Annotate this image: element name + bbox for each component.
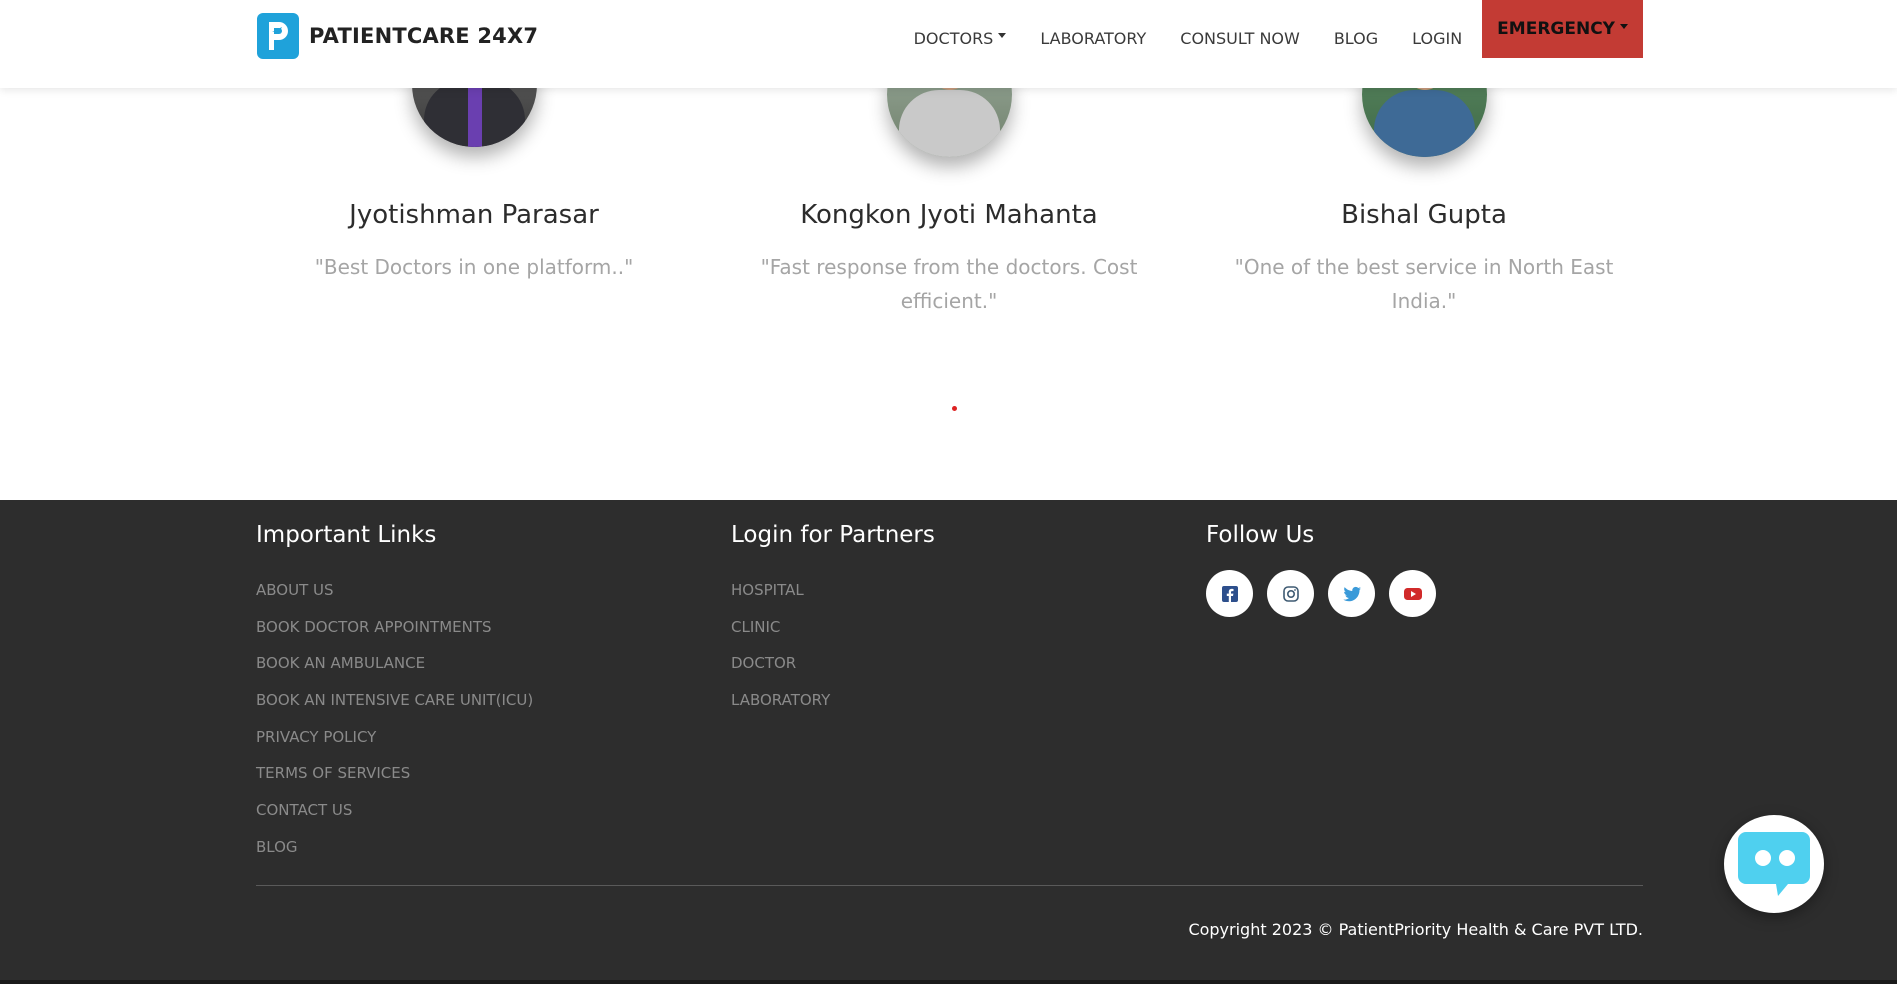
follow-us-column: Follow Us	[1206, 522, 1450, 617]
page-bottom-border	[0, 980, 1897, 984]
testimonial-quote: "One of the best service in North East I…	[1234, 255, 1614, 313]
testimonial-name: Jyotishman Parasar	[349, 200, 599, 230]
twitter-icon	[1342, 586, 1361, 601]
nav-consult-now[interactable]: CONSULT NOW	[1180, 29, 1300, 48]
nav-blog[interactable]: BLOG	[1334, 29, 1378, 48]
footer-link-book-ambulance[interactable]: BOOK AN AMBULANCE	[256, 645, 533, 682]
instagram-button[interactable]	[1267, 570, 1314, 617]
nav-doctors-label: DOCTORS	[913, 28, 994, 48]
brand-name: PATIENTCARE 24X7	[309, 24, 539, 48]
important-links-heading: Important Links	[256, 522, 437, 548]
testimonial-name: Kongkon Jyoti Mahanta	[800, 200, 1098, 230]
social-links	[1206, 570, 1450, 617]
facebook-button[interactable]	[1206, 570, 1253, 617]
footer-link-book-icu[interactable]: BOOK AN INTENSIVE CARE UNIT(ICU)	[256, 682, 533, 719]
partners-heading: Login for Partners	[731, 522, 935, 548]
nav-login[interactable]: LOGIN	[1412, 29, 1462, 48]
youtube-button[interactable]	[1389, 570, 1436, 617]
follow-us-heading: Follow Us	[1206, 522, 1315, 548]
emergency-label: EMERGENCY	[1497, 19, 1615, 39]
footer-link-contact-us[interactable]: CONTACT US	[256, 792, 533, 829]
footer-link-book-doctor[interactable]: BOOK DOCTOR APPOINTMENTS	[256, 609, 533, 646]
footer-divider	[256, 885, 1643, 886]
important-links-list: ABOUT US BOOK DOCTOR APPOINTMENTS BOOK A…	[256, 572, 533, 866]
testimonial-quote: "Fast response from the doctors. Cost ef…	[760, 255, 1138, 313]
caret-down-icon	[1620, 23, 1628, 29]
partner-link-doctor[interactable]: DOCTOR	[731, 645, 935, 682]
navbar: PATIENTCARE 24X7 DOCTORS LABORATORY CONS…	[0, 0, 1897, 88]
footer-link-blog[interactable]: BLOG	[256, 829, 533, 866]
brand-logo-icon	[257, 13, 299, 59]
footer-link-about-us[interactable]: ABOUT US	[256, 572, 533, 609]
caret-down-icon	[998, 32, 1007, 38]
twitter-button[interactable]	[1328, 570, 1375, 617]
footer-link-privacy-policy[interactable]: PRIVACY POLICY	[256, 719, 533, 756]
nav-laboratory[interactable]: LABORATORY	[1040, 29, 1146, 48]
chatbot-icon	[1738, 832, 1810, 896]
partner-link-hospital[interactable]: HOSPITAL	[731, 572, 935, 609]
youtube-icon	[1403, 587, 1422, 600]
testimonial-name: Bishal Gupta	[1341, 200, 1507, 230]
instagram-icon	[1282, 585, 1299, 602]
partner-link-clinic[interactable]: CLINIC	[731, 609, 935, 646]
facebook-icon	[1221, 585, 1238, 602]
brand-link[interactable]: PATIENTCARE 24X7	[257, 13, 538, 59]
copyright-text: Copyright 2023 © PatientPriority Health …	[1188, 920, 1643, 939]
testimonial-quote: "Best Doctors in one platform.."	[314, 255, 634, 279]
partners-column: Login for Partners HOSPITAL CLINIC DOCTO…	[731, 522, 935, 719]
partners-list: HOSPITAL CLINIC DOCTOR LABORATORY	[731, 572, 935, 719]
carousel-indicator[interactable]	[952, 406, 957, 411]
footer-link-terms[interactable]: TERMS OF SERVICES	[256, 755, 533, 792]
footer: Important Links ABOUT US BOOK DOCTOR APP…	[0, 500, 1897, 984]
nav-doctors-dropdown[interactable]: DOCTORS	[914, 29, 1007, 48]
important-links-column: Important Links ABOUT US BOOK DOCTOR APP…	[256, 522, 533, 866]
partner-link-laboratory[interactable]: LABORATORY	[731, 682, 935, 719]
emergency-dropdown-button[interactable]: EMERGENCY	[1482, 0, 1643, 58]
main-nav: DOCTORS LABORATORY CONSULT NOW BLOG LOGI…	[880, 0, 1643, 58]
chatbot-launcher-button[interactable]	[1724, 815, 1824, 913]
